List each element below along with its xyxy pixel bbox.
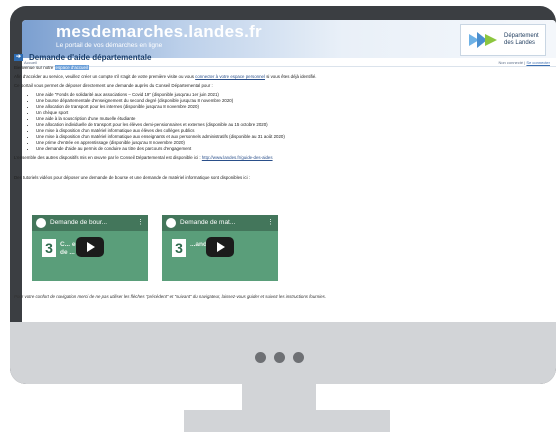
portal-text: Ce portail vous permet de déposer direct… <box>14 83 213 88</box>
video-thumbnail-number: 3 <box>172 239 186 257</box>
welcome-highlight: espace d'accueil <box>54 65 89 70</box>
monitor-neck <box>242 384 316 412</box>
intro-suffix: si vous êtes déjà identifié. <box>266 74 317 79</box>
list-item: Une demande d'aide au permis de conduire… <box>36 146 522 152</box>
other-aids-text: L'ensemble des autres dispositifs mis en… <box>14 155 522 161</box>
more-options-icon[interactable]: ⋮ <box>137 218 144 226</box>
dot-icon <box>292 352 304 363</box>
main-content: ➔ Demande d'aide départementale Bienvenu… <box>14 52 522 184</box>
other-aids-prefix: L'ensemble des autres dispositifs mis en… <box>14 155 201 160</box>
tutorials-text: Des tutoriels vidéos pour déposer une de… <box>14 175 251 180</box>
logo-text-line1: Département <box>504 33 539 39</box>
video-title[interactable]: Demande de bour... <box>50 219 107 226</box>
page-title-row: ➔ Demande d'aide départementale <box>14 52 522 62</box>
video-list: Demande de bour... ⋮ 3 C... emande de ..… <box>32 215 278 281</box>
welcome-prefix: Bienvenue sur notre <box>14 65 54 70</box>
dot-icon <box>273 352 285 363</box>
welcome-text: Bienvenue sur notre espace d'accueil <box>14 65 522 71</box>
navigation-note: Pour votre confort de navigation merci d… <box>14 294 327 299</box>
intro-prefix: Afin d'accéder au service, veuillez crée… <box>14 74 194 79</box>
video-embed-materiel[interactable]: Demande de mat... ⋮ 3 ...ande <box>162 215 278 281</box>
video-title[interactable]: Demande de mat... <box>180 219 235 226</box>
logo-text: Département des Landes <box>504 33 539 47</box>
login-link[interactable]: Se connecter <box>526 60 550 65</box>
page-title: Demande d'aide départementale <box>29 52 152 62</box>
department-logo[interactable]: Département des Landes <box>460 24 546 56</box>
more-options-icon[interactable]: ⋮ <box>267 218 274 226</box>
channel-logo-icon <box>36 218 46 228</box>
play-button[interactable] <box>76 237 104 257</box>
monitor-dots <box>0 352 558 363</box>
landes-logo-icon <box>469 32 497 48</box>
dot-icon <box>254 352 266 363</box>
logo-text-line2: des Landes <box>504 40 536 46</box>
site-name[interactable]: mesdemarches.landes.fr <box>56 22 262 42</box>
video-thumbnail-number: 3 <box>42 239 56 257</box>
video-embed-bourse[interactable]: Demande de bour... ⋮ 3 C... emande de ..… <box>32 215 148 281</box>
play-button[interactable] <box>206 237 234 257</box>
guide-aides-link[interactable]: http://www.landes.fr/guide-des-aides <box>202 155 273 160</box>
intro-text: Afin d'accéder au service, veuillez crée… <box>14 74 522 80</box>
aid-list: Une aide "Fonds de solidarité aux associ… <box>36 92 522 152</box>
arrow-right-icon: ➔ <box>14 54 23 61</box>
channel-logo-icon <box>166 218 176 228</box>
monitor-base <box>184 410 390 432</box>
login-space-link[interactable]: connecter à votre espace personnel <box>195 74 265 79</box>
site-tagline: Le portail de vos démarches en ligne <box>56 42 163 49</box>
